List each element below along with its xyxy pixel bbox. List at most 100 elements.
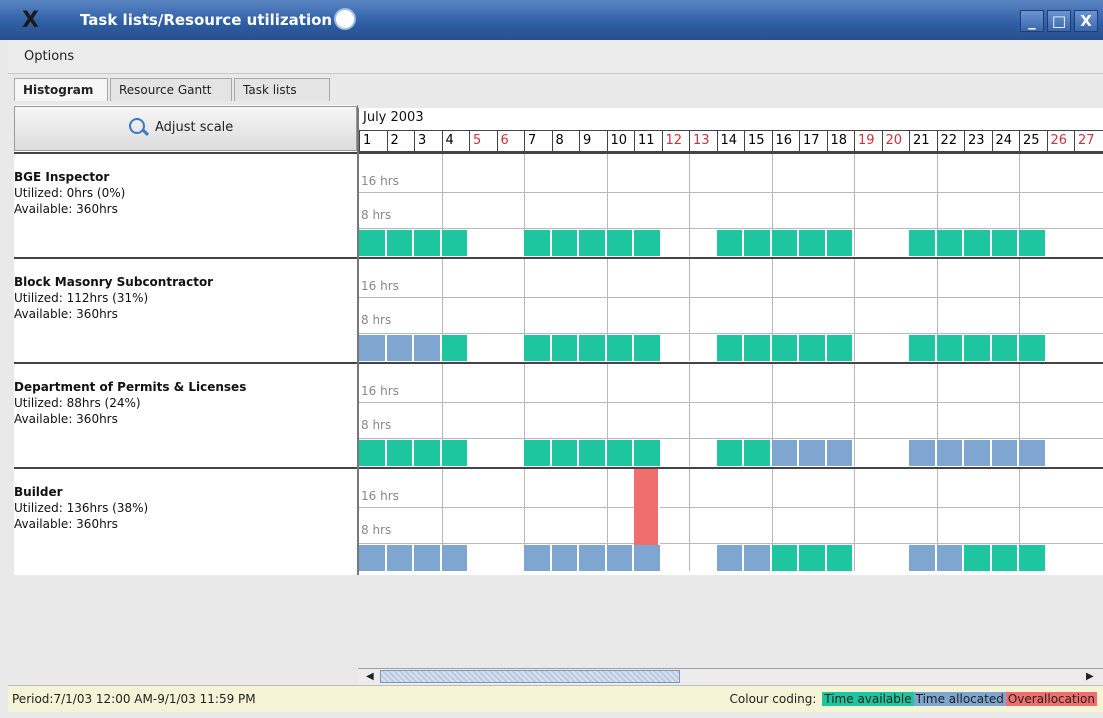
- bar-time-available: [551, 230, 579, 256]
- bar-time-available: [964, 335, 992, 361]
- resource-available: Available: 360hrs: [14, 517, 118, 531]
- bar-time-available: [1019, 335, 1047, 361]
- resource-utilized: Utilized: 112hrs (31%): [14, 291, 149, 305]
- bar-time-allocated: [799, 440, 827, 466]
- gridline: [359, 333, 1103, 334]
- bar-time-allocated: [909, 545, 937, 571]
- bar-time-available: [606, 335, 634, 361]
- bar-time-available: [826, 545, 854, 571]
- bar-time-available: [771, 335, 799, 361]
- gridline: [359, 438, 1103, 439]
- resource-name: Block Masonry Subcontractor: [14, 275, 214, 289]
- day-header: 13: [689, 131, 716, 151]
- bar-time-allocated: [909, 440, 937, 466]
- bar-time-available: [634, 440, 662, 466]
- bar-time-allocated: [414, 335, 442, 361]
- bar-time-allocated: [634, 545, 662, 571]
- bar-time-allocated: [964, 440, 992, 466]
- bar-time-available: [909, 230, 937, 256]
- day-header: 2: [386, 131, 414, 151]
- colour-legend: Colour coding: Time available Time alloca…: [728, 692, 1097, 706]
- resource-utilized: Utilized: 136hrs (38%): [14, 501, 149, 515]
- bar-time-available: [716, 230, 744, 256]
- bar-time-available: [799, 230, 827, 256]
- day-header: 22: [936, 131, 964, 151]
- bar-overallocation: [634, 469, 660, 545]
- adjust-scale-label: Adjust scale: [155, 120, 234, 135]
- tab-task-lists[interactable]: Task lists: [234, 78, 330, 101]
- resource-name: Builder: [14, 485, 63, 499]
- bar-time-available: [909, 335, 937, 361]
- bar-time-available: [771, 545, 799, 571]
- resource-utilized: Utilized: 88hrs (24%): [14, 396, 141, 410]
- day-header: 6: [496, 131, 524, 151]
- day-header: 7: [524, 131, 551, 151]
- resource-row[interactable]: BGE Inspector Utilized: 0hrs (0%) Availa…: [14, 152, 357, 256]
- day-header: 24: [991, 131, 1019, 151]
- day-header: 11: [634, 131, 661, 151]
- scale-label-8: 8 hrs: [361, 523, 392, 537]
- day-header: 4: [441, 131, 469, 151]
- day-header: 1: [359, 131, 386, 151]
- day-header: 16: [771, 131, 799, 151]
- histogram-row: 16 hrs 8 hrs: [359, 362, 1103, 466]
- bar-time-allocated: [826, 440, 854, 466]
- resource-row[interactable]: Block Masonry Subcontractor Utilized: 11…: [14, 257, 357, 361]
- bar-time-available: [414, 230, 442, 256]
- bar-time-available: [991, 335, 1019, 361]
- resource-available: Available: 360hrs: [14, 307, 118, 321]
- app-logo-icon: X: [22, 8, 39, 33]
- resource-available: Available: 360hrs: [14, 412, 118, 426]
- minimize-button[interactable]: _: [1020, 10, 1044, 32]
- day-header: 21: [909, 131, 936, 151]
- scroll-left-icon[interactable]: ◀: [366, 671, 374, 682]
- maximize-button[interactable]: □: [1047, 10, 1071, 32]
- legend-allocated: Time allocated: [913, 692, 1006, 706]
- day-header: 9: [579, 131, 606, 151]
- day-header: 19: [854, 131, 881, 151]
- day-header: 14: [716, 131, 744, 151]
- bar-time-allocated: [606, 545, 634, 571]
- bar-time-allocated: [936, 440, 964, 466]
- scale-label-8: 8 hrs: [361, 313, 392, 327]
- bar-time-available: [551, 440, 579, 466]
- bar-time-available: [716, 440, 744, 466]
- bar-time-allocated: [359, 545, 387, 571]
- bar-time-available: [524, 335, 552, 361]
- resource-row[interactable]: Builder Utilized: 136hrs (38%) Available…: [14, 467, 357, 571]
- bar-time-available: [579, 335, 607, 361]
- bar-time-allocated: [359, 335, 387, 361]
- bar-time-allocated: [414, 545, 442, 571]
- day-header: 17: [799, 131, 826, 151]
- resource-row[interactable]: Department of Permits & Licenses Utilize…: [14, 362, 357, 466]
- scale-label-16: 16 hrs: [361, 279, 399, 293]
- bar-time-available: [936, 230, 964, 256]
- horizontal-scrollbar[interactable]: ◀ ▶: [358, 668, 1103, 685]
- day-header: 18: [826, 131, 854, 151]
- adjust-scale-button[interactable]: Adjust scale: [14, 106, 357, 151]
- gridline: [359, 543, 1103, 544]
- week-divider: [689, 469, 690, 571]
- resource-available: Available: 360hrs: [14, 202, 118, 216]
- scroll-right-icon[interactable]: ▶: [1086, 671, 1094, 682]
- bar-time-available: [1019, 545, 1047, 571]
- bar-time-allocated: [771, 440, 799, 466]
- menu-options[interactable]: Options: [24, 49, 74, 64]
- week-divider: [689, 154, 690, 256]
- gridline: [359, 297, 1103, 298]
- gridline: [359, 507, 1103, 508]
- bar-time-allocated: [441, 545, 469, 571]
- resource-name: Department of Permits & Licenses: [14, 380, 247, 394]
- bar-time-allocated: [1019, 440, 1047, 466]
- tab-resource-gantt[interactable]: Resource Gantt: [110, 78, 232, 101]
- gridline: [359, 402, 1103, 403]
- scroll-thumb[interactable]: [380, 670, 680, 683]
- week-divider: [689, 364, 690, 466]
- bar-time-available: [579, 230, 607, 256]
- histogram-chart: July 2003 1 2 3 4 5 6 7 8 9 10 11 12 13 14 15 16 17 18 19 2…: [358, 108, 1103, 575]
- day-header: 26: [1046, 131, 1074, 151]
- bar-time-available: [936, 335, 964, 361]
- tab-histogram[interactable]: Histogram: [14, 78, 108, 101]
- close-button[interactable]: X: [1074, 10, 1098, 32]
- day-header: 5: [469, 131, 496, 151]
